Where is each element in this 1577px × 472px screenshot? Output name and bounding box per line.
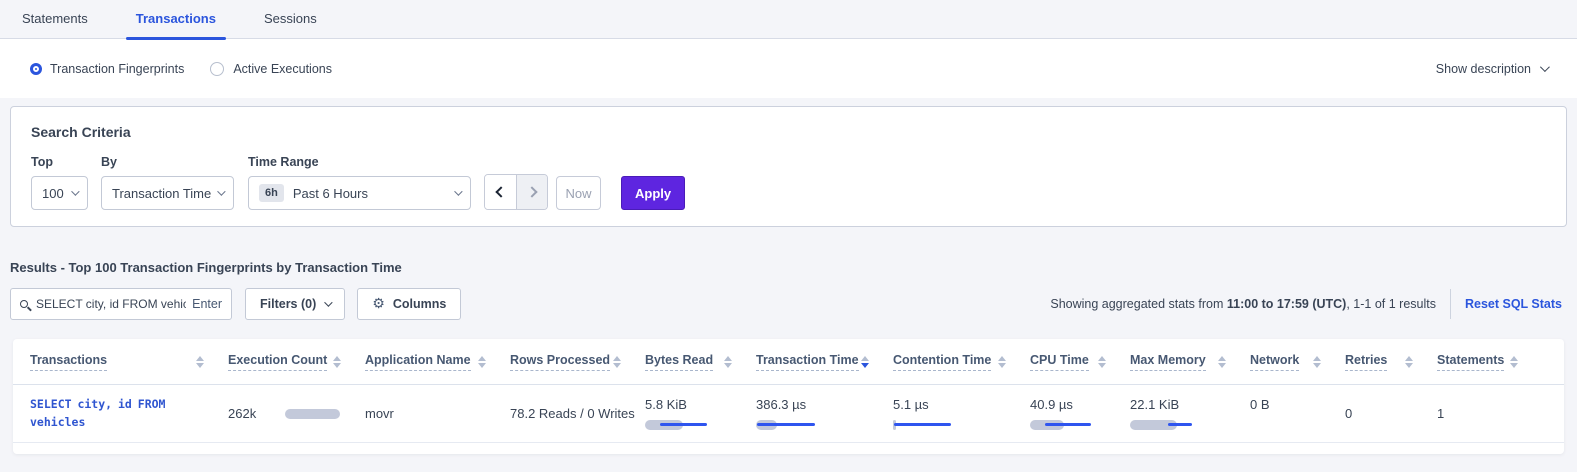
time-range-select[interactable]: 6h Past 6 Hours	[248, 176, 471, 210]
retries-value: 0	[1345, 406, 1437, 421]
table-row: SELECT city, id FROM vehicles 262k movr …	[13, 385, 1564, 443]
max-memory-bar	[1130, 420, 1192, 430]
showing-stats-range: 11:00 to 17:59 (UTC)	[1227, 297, 1346, 311]
radio-unselected-icon	[210, 62, 224, 76]
table-header-row: Transactions Execution Count Application…	[13, 339, 1564, 385]
top-select-value: 100	[42, 186, 64, 201]
radio-label: Transaction Fingerprints	[50, 62, 184, 76]
statements-value: 1	[1437, 406, 1542, 421]
execution-count-value: 262k	[228, 406, 256, 421]
sort-icon	[1510, 356, 1518, 368]
max-memory-value: 22.1 KiB	[1130, 397, 1250, 412]
column-header-bytes-read[interactable]: Bytes Read	[645, 353, 756, 371]
radio-selected-icon	[33, 66, 39, 72]
results-table: Transactions Execution Count Application…	[13, 339, 1564, 454]
chevron-down-icon	[1540, 62, 1550, 72]
gear-icon: ⚙	[372, 297, 385, 311]
chevron-right-icon	[526, 186, 537, 197]
sort-icon	[333, 356, 341, 368]
transaction-fingerprint-link[interactable]: SELECT city, id FROM vehicles	[30, 396, 190, 432]
now-button[interactable]: Now	[556, 176, 601, 210]
sort-icon	[1218, 356, 1226, 368]
contention-time-bar	[893, 420, 955, 430]
search-enter-hint: Enter	[192, 297, 222, 311]
tab-transactions[interactable]: Transactions	[126, 11, 226, 38]
next-time-button[interactable]	[516, 175, 547, 209]
top-select[interactable]: 100	[31, 176, 88, 210]
sort-icon	[613, 356, 621, 368]
application-name-value: movr	[365, 406, 510, 421]
radio-active-executions[interactable]: Active Executions	[210, 62, 332, 76]
search-input[interactable]: SELECT city, id FROM vehicles W Enter	[10, 288, 232, 320]
tab-statements[interactable]: Statements	[12, 11, 98, 38]
cpu-time-value: 40.9 µs	[1030, 397, 1130, 412]
show-description-toggle[interactable]: Show description	[1436, 62, 1547, 76]
showing-stats-text: Showing aggregated stats from 11:00 to 1…	[1050, 297, 1436, 311]
sort-icon	[998, 356, 1006, 368]
sort-icon	[724, 356, 732, 368]
time-step-group	[484, 174, 548, 210]
by-label: By	[101, 155, 234, 169]
time-range-badge: 6h	[259, 184, 284, 202]
sort-icon	[196, 356, 204, 368]
chevron-down-icon	[324, 298, 332, 306]
chevron-left-icon	[495, 186, 506, 197]
column-header-network[interactable]: Network	[1250, 353, 1345, 371]
column-header-application-name[interactable]: Application Name	[365, 353, 510, 371]
by-select[interactable]: Transaction Time	[101, 176, 234, 210]
show-description-label: Show description	[1436, 62, 1531, 76]
bytes-read-bar	[645, 420, 707, 430]
filters-button-label: Filters (0)	[260, 297, 316, 311]
chevron-down-icon	[454, 187, 462, 195]
columns-button-label: Columns	[393, 297, 446, 311]
sort-icon-active-desc	[861, 356, 869, 368]
previous-time-button[interactable]	[485, 175, 516, 209]
view-toggle-row: Transaction Fingerprints Active Executio…	[0, 39, 1577, 98]
transaction-time-bar	[756, 420, 818, 430]
time-range-label: Time Range	[248, 155, 471, 169]
results-toolbar: SELECT city, id FROM vehicles W Enter Fi…	[10, 288, 1567, 320]
network-value: 0 B	[1250, 397, 1345, 412]
column-header-statements[interactable]: Statements	[1437, 353, 1542, 371]
transaction-time-value: 386.3 µs	[756, 397, 893, 412]
top-label: Top	[31, 155, 88, 169]
search-criteria-card: Search Criteria Top 100 By Transaction T…	[10, 106, 1567, 227]
columns-button[interactable]: ⚙ Columns	[357, 288, 461, 320]
column-header-cpu-time[interactable]: CPU Time	[1030, 353, 1130, 371]
sort-icon	[1098, 356, 1106, 368]
sort-icon	[1405, 356, 1413, 368]
column-header-execution-count[interactable]: Execution Count	[228, 353, 365, 371]
time-range-value: Past 6 Hours	[293, 186, 368, 201]
contention-time-value: 5.1 µs	[893, 397, 1030, 412]
tab-sessions[interactable]: Sessions	[254, 11, 327, 38]
by-select-value: Transaction Time	[112, 186, 211, 201]
bytes-read-value: 5.8 KiB	[645, 397, 756, 412]
column-header-rows-processed[interactable]: Rows Processed	[510, 353, 645, 371]
search-icon	[20, 300, 28, 308]
cpu-time-bar	[1030, 420, 1092, 430]
column-header-retries[interactable]: Retries	[1345, 353, 1437, 371]
sort-icon	[478, 356, 486, 368]
network-bar	[1250, 420, 1312, 430]
column-header-transaction-time[interactable]: Transaction Time	[756, 353, 893, 371]
apply-button[interactable]: Apply	[621, 176, 685, 210]
toolbar-divider	[1450, 289, 1451, 319]
chevron-down-icon	[217, 187, 225, 195]
search-input-value: SELECT city, id FROM vehicles W	[36, 297, 186, 311]
column-header-max-memory[interactable]: Max Memory	[1130, 353, 1250, 371]
radio-label: Active Executions	[233, 62, 332, 76]
column-header-transactions[interactable]: Transactions	[30, 353, 228, 371]
radio-transaction-fingerprints[interactable]: Transaction Fingerprints	[30, 62, 184, 76]
rows-processed-value: 78.2 Reads / 0 Writes	[510, 406, 645, 421]
chevron-down-icon	[71, 187, 79, 195]
results-heading: Results - Top 100 Transaction Fingerprin…	[10, 260, 1577, 275]
search-criteria-title: Search Criteria	[31, 124, 1546, 140]
reset-sql-stats-link[interactable]: Reset SQL Stats	[1465, 297, 1562, 311]
sort-icon	[1313, 356, 1321, 368]
filters-button[interactable]: Filters (0)	[245, 288, 345, 320]
page-tabs: Statements Transactions Sessions	[0, 0, 1577, 39]
execution-count-bar	[285, 409, 340, 419]
column-header-contention-time[interactable]: Contention Time	[893, 353, 1030, 371]
